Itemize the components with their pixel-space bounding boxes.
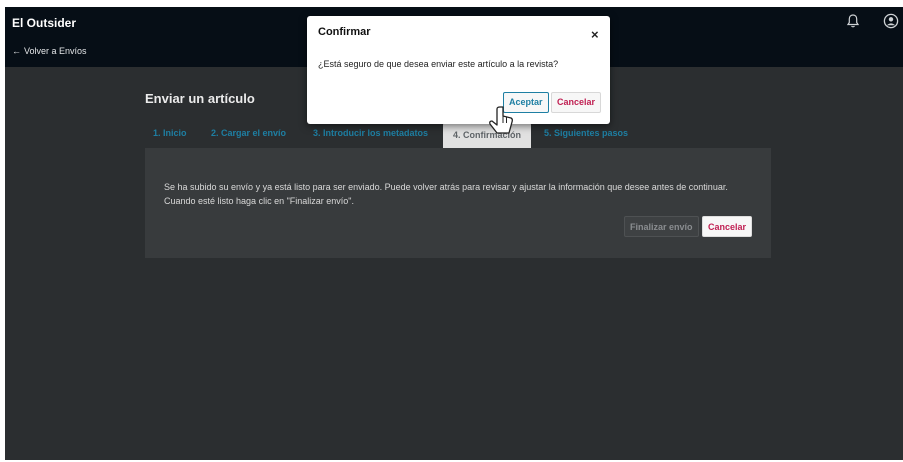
tab-upload[interactable]: 2. Cargar el envío — [211, 121, 286, 148]
close-icon[interactable]: × — [591, 28, 599, 41]
user-icon[interactable] — [883, 13, 899, 29]
dialog-cancel-button[interactable]: Cancelar — [551, 92, 602, 113]
back-arrow-icon: ← — [12, 46, 21, 56]
back-link-label: Volver a Envíos — [24, 46, 87, 56]
accept-button[interactable]: Aceptar — [503, 92, 549, 113]
dialog-title: Confirmar — [318, 26, 371, 38]
tab-metadata[interactable]: 3. Introducir los metadatos — [313, 121, 428, 148]
dialog-message: ¿Está seguro de que desea enviar este ar… — [318, 59, 559, 69]
app-frame: El Outsider ← Volver a Envíos Enviar un … — [5, 7, 903, 460]
site-title[interactable]: El Outsider — [12, 16, 76, 30]
confirmation-panel: Se ha subido su envío y ya está listo pa… — [145, 148, 771, 258]
bell-icon[interactable] — [845, 13, 861, 29]
confirmation-message-line-1: Se ha subido su envío y ya está listo pa… — [164, 182, 728, 192]
back-to-submissions-link[interactable]: ← Volver a Envíos — [12, 46, 87, 56]
tab-next-steps[interactable]: 5. Siguientes pasos — [544, 121, 628, 148]
tab-start[interactable]: 1. Inicio — [153, 121, 187, 148]
cancel-submission-button[interactable]: Cancelar — [702, 216, 753, 237]
confirmation-message-line-2: Cuando esté listo haga clic en "Finaliza… — [164, 196, 354, 206]
page-title: Enviar un artículo — [145, 91, 255, 106]
finalize-submission-button[interactable]: Finalizar envío — [624, 216, 699, 237]
confirmation-message: Se ha subido su envío y ya está listo pa… — [164, 180, 764, 208]
tab-confirmation[interactable]: 4. Confirmación — [443, 123, 532, 148]
confirm-dialog: Confirmar × ¿Está seguro de que desea en… — [307, 16, 610, 124]
